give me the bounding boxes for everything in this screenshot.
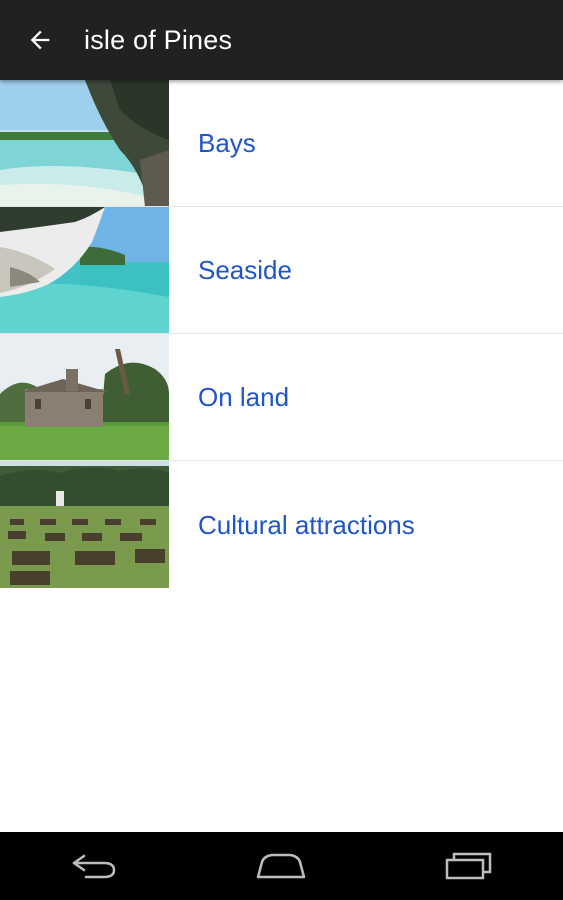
bay-photo xyxy=(0,80,169,206)
list-item-cultural-attractions[interactable]: Cultural attractions xyxy=(0,461,563,589)
item-label: Seaside xyxy=(198,254,292,285)
back-button[interactable] xyxy=(0,0,80,80)
category-list: Bays Seaside On land Cultural attraction… xyxy=(0,80,563,589)
seaside-cliff-photo xyxy=(0,207,169,333)
list-item-seaside[interactable]: Seaside xyxy=(0,207,563,334)
item-label: On land xyxy=(198,381,290,412)
nav-back-icon xyxy=(70,852,118,880)
app-bar: isle of Pines xyxy=(0,0,563,80)
system-nav-bar xyxy=(0,832,563,900)
list-item-bays[interactable]: Bays xyxy=(0,80,563,207)
cemetery-field-photo xyxy=(0,461,169,589)
page-title: isle of Pines xyxy=(84,24,233,55)
stone-ruin-photo xyxy=(0,334,169,460)
nav-home-icon xyxy=(254,852,308,880)
screen: isle of Pines Bays Seaside On land Cultu… xyxy=(0,0,563,900)
nav-recents-button[interactable] xyxy=(409,832,529,900)
item-label: Cultural attractions xyxy=(198,509,415,540)
nav-home-button[interactable] xyxy=(221,832,341,900)
nav-recents-icon xyxy=(444,851,494,881)
item-label: Bays xyxy=(198,127,256,158)
list-item-on-land[interactable]: On land xyxy=(0,334,563,461)
nav-back-button[interactable] xyxy=(34,832,154,900)
arrow-back-icon xyxy=(26,26,54,54)
